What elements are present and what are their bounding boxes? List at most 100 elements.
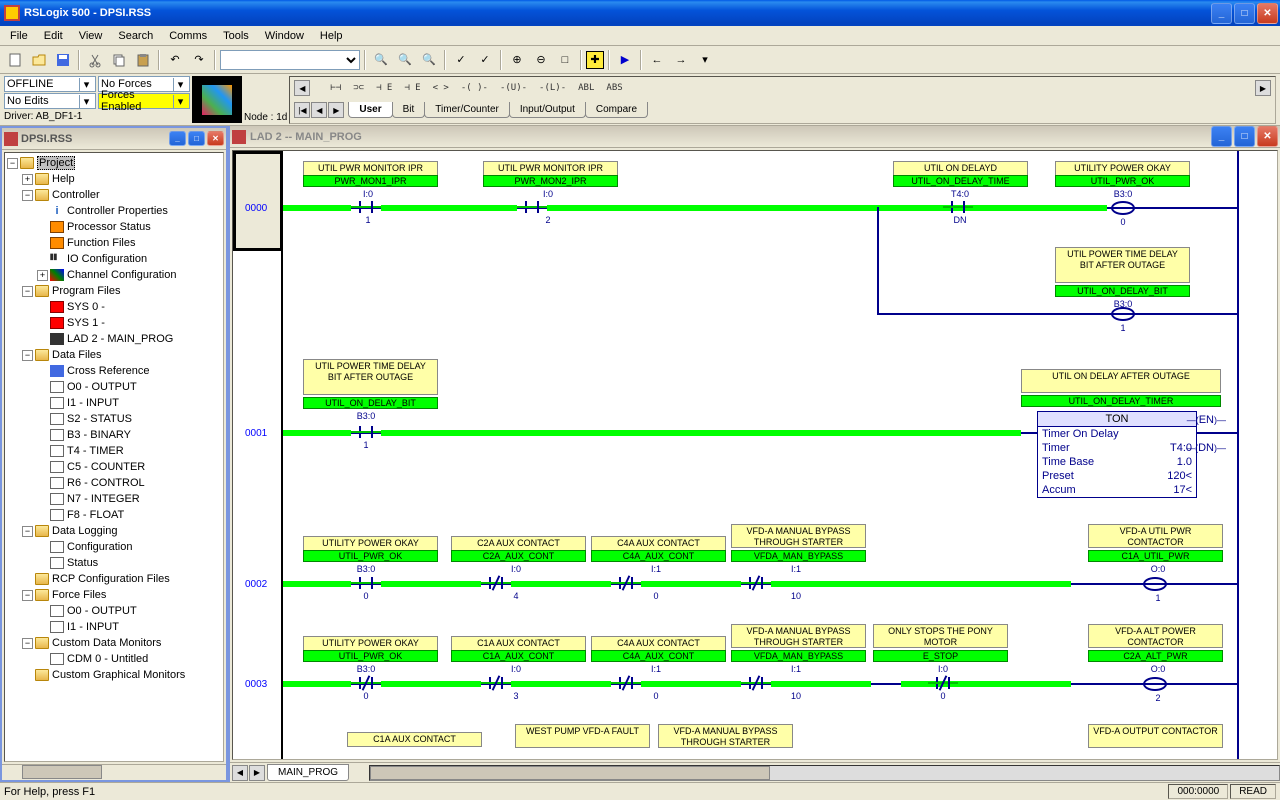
tag[interactable]: UTIL_ON_DELAY_BIT (1055, 285, 1190, 297)
new-button[interactable] (4, 49, 26, 71)
contact-xic[interactable] (351, 577, 381, 589)
tree-item[interactable]: Data Files (52, 349, 102, 361)
save-button[interactable] (52, 49, 74, 71)
tree-item[interactable]: Controller Properties (67, 205, 168, 217)
tree-close-button[interactable]: ✕ (207, 131, 224, 146)
instr-otl[interactable]: -(L)- (535, 81, 570, 95)
tag[interactable]: UTIL_PWR_OK (1055, 175, 1190, 187)
tree-item[interactable]: I1 - INPUT (67, 397, 119, 409)
tree-item[interactable]: R6 - CONTROL (67, 477, 145, 489)
instr-tab-prev[interactable]: ◀ (311, 102, 327, 118)
close-button[interactable]: ✕ (1257, 3, 1278, 24)
contact-xio[interactable] (481, 677, 511, 689)
tag[interactable]: C2A_ALT_PWR (1088, 650, 1223, 662)
tree-item[interactable]: Function Files (67, 237, 135, 249)
tag[interactable]: UTIL_PWR_OK (303, 550, 438, 562)
contact-xio[interactable] (928, 677, 958, 689)
tag[interactable]: UTIL_ON_DELAY_BIT (303, 397, 438, 409)
tag[interactable]: UTIL_PWR_OK (303, 650, 438, 662)
lad-max-button[interactable]: □ (1234, 126, 1255, 147)
tree-item[interactable]: Status (67, 557, 98, 569)
tree-item[interactable]: N7 - INTEGER (67, 493, 140, 505)
tree-item[interactable]: Custom Data Monitors (52, 637, 161, 649)
menu-comms[interactable]: Comms (161, 28, 215, 44)
lad-close-button[interactable]: ✕ (1257, 126, 1278, 147)
tree-item[interactable]: Force Files (52, 589, 106, 601)
tag[interactable]: C2A_AUX_CONT (451, 550, 586, 562)
tag[interactable]: C1A_UTIL_PWR (1088, 550, 1223, 562)
tree-toggle[interactable]: − (22, 638, 33, 649)
tree-item[interactable]: C5 - COUNTER (67, 461, 145, 473)
paste-button[interactable] (132, 49, 154, 71)
tree-item[interactable]: Data Logging (52, 525, 117, 537)
tree-toggle[interactable]: − (22, 590, 33, 601)
menu-tools[interactable]: Tools (215, 28, 257, 44)
tree-min-button[interactable]: _ (169, 131, 186, 146)
verify-button[interactable]: ✓ (450, 49, 472, 71)
instr-compare[interactable]: < > (429, 81, 453, 95)
find-button[interactable]: 🔍 (370, 49, 392, 71)
instr-tab-first[interactable]: |◀ (294, 102, 310, 118)
tree-toggle[interactable]: − (22, 190, 33, 201)
ladder-canvas[interactable]: 0000 UTIL PWR MONITOR IPR PWR_MON1_IPR I… (232, 150, 1278, 760)
contact-xio[interactable] (611, 677, 641, 689)
go-online-button[interactable]: ✚ (586, 51, 604, 69)
tree-item[interactable]: I1 - INPUT (67, 621, 119, 633)
instr-tab-io[interactable]: Input/Output (509, 102, 586, 118)
contact-xio[interactable] (351, 677, 381, 689)
menu-view[interactable]: View (71, 28, 111, 44)
coil-ote[interactable] (1111, 307, 1135, 321)
tree-item[interactable]: SYS 1 - (67, 317, 105, 329)
verify-project-button[interactable]: ✓ (474, 49, 496, 71)
menu-window[interactable]: Window (257, 28, 312, 44)
instr-ote[interactable]: -( )- (457, 81, 492, 95)
lad-tab-next[interactable]: ▶ (249, 765, 265, 781)
instr-branch[interactable]: ⊃⊂ (349, 81, 368, 95)
tree-toggle[interactable]: + (22, 174, 33, 185)
zoom-in-button[interactable]: ⊕ (506, 49, 528, 71)
redo-button[interactable]: ↷ (188, 49, 210, 71)
tree-toggle[interactable]: − (22, 526, 33, 537)
tag[interactable]: PWR_MON1_IPR (303, 175, 438, 187)
tree-item[interactable]: B3 - BINARY (67, 429, 131, 441)
tree-item[interactable]: Channel Configuration (67, 269, 176, 281)
tag[interactable]: C1A_AUX_CONT (451, 650, 586, 662)
find-prev-button[interactable]: 🔍 (418, 49, 440, 71)
tree-item[interactable]: CDM 0 - Untitled (67, 653, 148, 665)
coil-ote[interactable] (1143, 677, 1167, 691)
tree-item[interactable]: SYS 0 - (67, 301, 105, 313)
tag[interactable]: VFDA_MAN_BYPASS (731, 650, 866, 662)
contact-xic[interactable] (351, 426, 381, 438)
tree-item[interactable]: RCP Configuration Files (52, 573, 170, 585)
tree-toggle[interactable]: − (22, 350, 33, 361)
lad-file-tab[interactable]: MAIN_PROG (267, 764, 349, 781)
tree-item[interactable]: O0 - OUTPUT (67, 605, 137, 617)
lad-min-button[interactable]: _ (1211, 126, 1232, 147)
minimize-button[interactable]: _ (1211, 3, 1232, 24)
contact-xio[interactable] (481, 577, 511, 589)
instr-tab-bit[interactable]: Bit (392, 102, 426, 118)
instr-abl[interactable]: ABL (574, 81, 598, 95)
tree-toggle[interactable]: + (37, 270, 48, 281)
mode-combo[interactable]: OFFLINE▾ (4, 76, 96, 92)
menu-help[interactable]: Help (312, 28, 351, 44)
open-button[interactable] (28, 49, 50, 71)
instr-tab-user[interactable]: User (348, 102, 392, 118)
processor-thumbnail[interactable] (192, 76, 242, 123)
zoom-out-button[interactable]: ⊖ (530, 49, 552, 71)
run-button[interactable]: ▶ (614, 49, 636, 71)
project-tree[interactable]: −Project +Help −Controller iController P… (4, 152, 224, 762)
forces-enabled-combo[interactable]: Forces Enabled▾ (98, 93, 190, 109)
menu-search[interactable]: Search (110, 28, 161, 44)
instr-abs[interactable]: ABS (602, 81, 626, 95)
instr-xio[interactable]: ⊣ E (400, 81, 424, 95)
tree-item[interactable]: Cross Reference (67, 365, 150, 377)
contact-xio[interactable] (741, 677, 771, 689)
contact-xic[interactable] (943, 201, 973, 213)
instr-scroll-left[interactable]: ◀ (294, 80, 310, 96)
address-combo[interactable] (220, 50, 360, 70)
tree-item[interactable]: Processor Status (67, 221, 151, 233)
tag[interactable]: E_STOP (873, 650, 1008, 662)
tag[interactable]: UTIL_ON_DELAY_TIME (893, 175, 1028, 187)
tag[interactable]: PWR_MON2_IPR (483, 175, 618, 187)
